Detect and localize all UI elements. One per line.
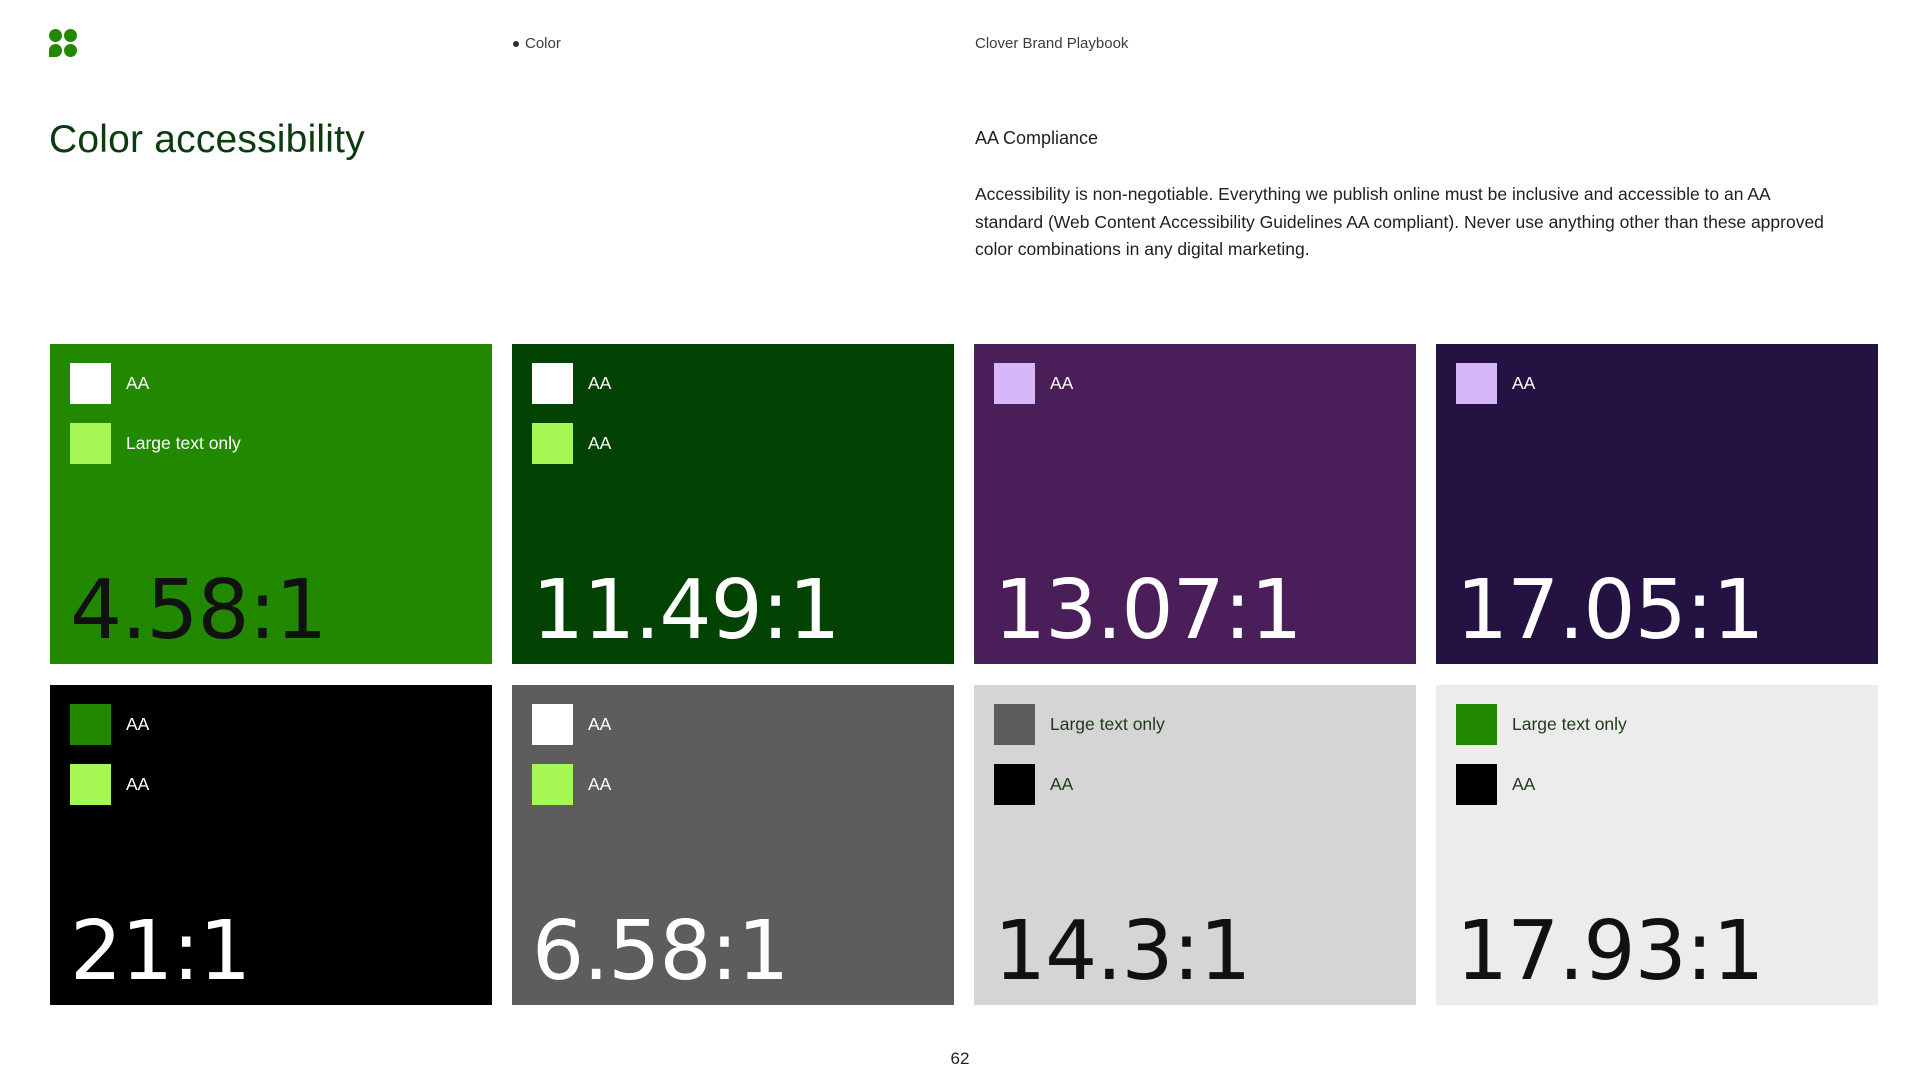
compliance-label: AA bbox=[126, 714, 150, 734]
color-swatch bbox=[70, 704, 111, 745]
compliance-label: AA bbox=[1512, 774, 1536, 794]
color-swatch bbox=[994, 704, 1035, 745]
compliance-label: AA bbox=[588, 774, 612, 794]
contrast-ratio: 4.58:1 bbox=[70, 563, 327, 658]
color-swatch bbox=[1456, 363, 1497, 404]
contrast-ratio: 14.3:1 bbox=[994, 904, 1251, 999]
contrast-card: AA AA 6.58:1 bbox=[512, 685, 954, 1005]
compliance-label: Large text only bbox=[1512, 714, 1627, 734]
contrast-row: AA bbox=[532, 764, 611, 805]
color-swatch bbox=[532, 704, 573, 745]
color-swatch bbox=[532, 764, 573, 805]
contrast-card: AA 17.05:1 bbox=[1436, 344, 1878, 664]
compliance-label: AA bbox=[1050, 373, 1074, 393]
color-swatch bbox=[70, 764, 111, 805]
contrast-row: AA bbox=[1456, 363, 1535, 404]
contrast-row: Large text only bbox=[994, 704, 1165, 745]
color-swatch bbox=[532, 423, 573, 464]
contrast-ratio: 11.49:1 bbox=[532, 563, 841, 658]
compliance-label: AA bbox=[126, 373, 150, 393]
compliance-body: Accessibility is non-negotiable. Everyth… bbox=[975, 184, 1824, 259]
contrast-row: AA bbox=[70, 764, 149, 805]
contrast-card: Large text only AA 14.3:1 bbox=[974, 685, 1416, 1005]
contrast-row: AA bbox=[994, 363, 1073, 404]
contrast-row: AA bbox=[994, 764, 1073, 805]
compliance-label: AA bbox=[588, 373, 612, 393]
color-swatch bbox=[994, 363, 1035, 404]
clover-logo-icon bbox=[49, 29, 77, 57]
page-title: Color accessibility bbox=[49, 118, 365, 161]
contrast-ratio: 17.93:1 bbox=[1456, 904, 1765, 999]
compliance-label: Large text only bbox=[126, 433, 241, 453]
contrast-ratio: 6.58:1 bbox=[532, 904, 789, 999]
contrast-ratio: 21:1 bbox=[70, 904, 251, 999]
contrast-card: Large text only AA 17.93:1 bbox=[1436, 685, 1878, 1005]
contrast-card: AA 13.07:1 bbox=[974, 344, 1416, 664]
contrast-row: AA bbox=[532, 363, 611, 404]
document-title: Clover Brand Playbook bbox=[975, 35, 1129, 52]
contrast-card: AA Large text only 4.58:1 bbox=[50, 344, 492, 664]
contrast-ratio: 13.07:1 bbox=[994, 563, 1303, 658]
color-swatch bbox=[1456, 764, 1497, 805]
contrast-row: AA bbox=[532, 423, 611, 464]
compliance-label: AA bbox=[588, 433, 612, 453]
page-number: 62 bbox=[950, 1049, 970, 1068]
compliance-label: Large text only bbox=[1050, 714, 1165, 734]
color-swatch bbox=[1456, 704, 1497, 745]
color-swatch bbox=[532, 363, 573, 404]
compliance-heading: AA Compliance bbox=[975, 128, 1099, 148]
contrast-card: AA AA 11.49:1 bbox=[512, 344, 954, 664]
contrast-row: Large text only bbox=[70, 423, 241, 464]
contrast-grid: AA Large text only 4.58:1 AA AA 11.49:1 AA 13.0… bbox=[50, 344, 1878, 1005]
contrast-row: Large text only bbox=[1456, 704, 1627, 745]
color-swatch bbox=[70, 363, 111, 404]
contrast-row: AA bbox=[70, 363, 149, 404]
contrast-row: AA bbox=[1456, 764, 1535, 805]
contrast-row: AA bbox=[532, 704, 611, 745]
bullet-dot-icon bbox=[513, 40, 519, 47]
section-label-text: Color bbox=[525, 35, 561, 52]
compliance-label: AA bbox=[1512, 373, 1536, 393]
color-swatch bbox=[994, 764, 1035, 805]
compliance-label: AA bbox=[126, 774, 150, 794]
color-swatch bbox=[70, 423, 111, 464]
compliance-label: AA bbox=[588, 714, 612, 734]
section-label: Color bbox=[513, 35, 561, 52]
contrast-row: AA bbox=[70, 704, 149, 745]
contrast-card: AA AA 21:1 bbox=[50, 685, 492, 1005]
compliance-label: AA bbox=[1050, 774, 1074, 794]
contrast-ratio: 17.05:1 bbox=[1456, 563, 1765, 658]
